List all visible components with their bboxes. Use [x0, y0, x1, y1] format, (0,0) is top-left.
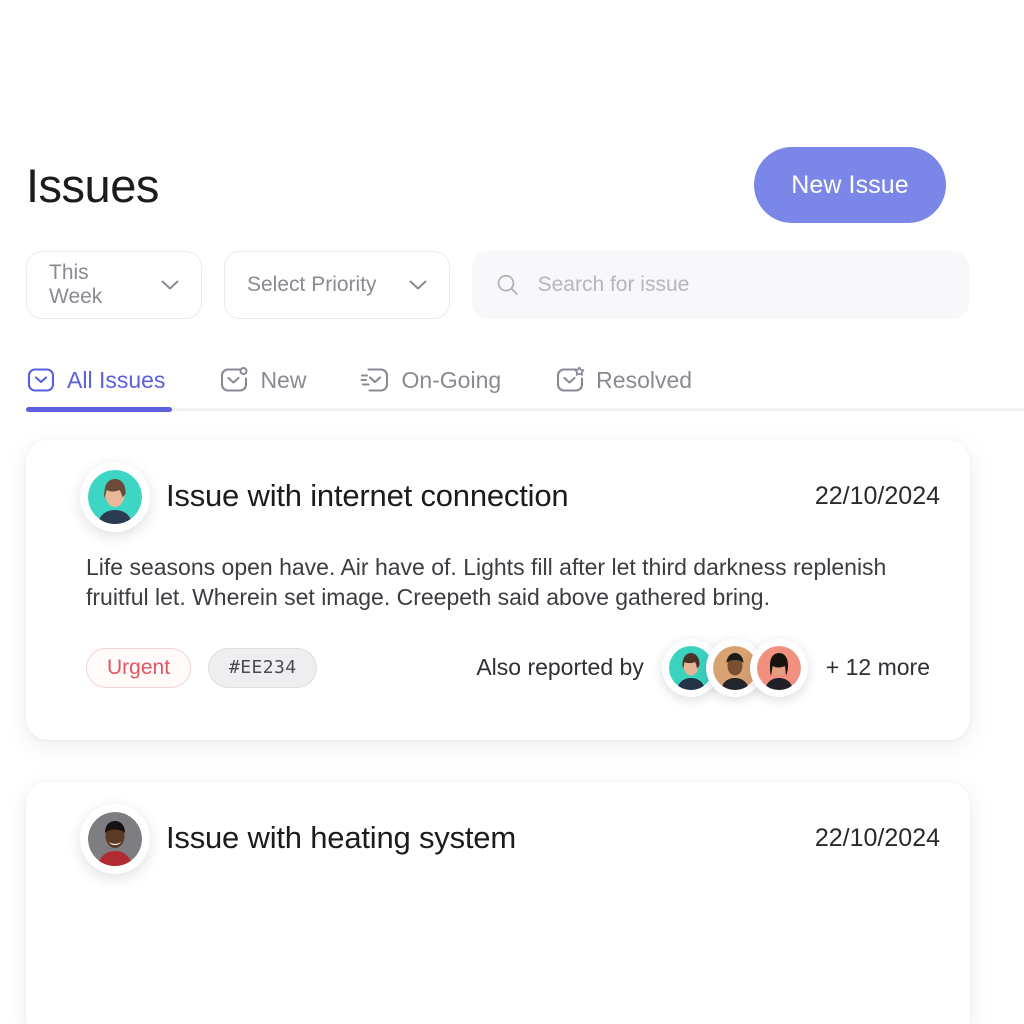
tab-label: On-Going — [401, 366, 502, 393]
search-icon — [497, 274, 518, 295]
issue-description — [26, 894, 970, 908]
issue-card[interactable]: Issue with internet connection 22/10/202… — [26, 440, 970, 740]
search-box[interactable] — [472, 251, 969, 319]
reporter-avatar-3[interactable] — [749, 638, 808, 697]
search-input[interactable] — [537, 273, 945, 297]
page-header: Issues New Issue — [26, 146, 946, 224]
inbox-star-badge-icon — [557, 366, 585, 392]
issue-card-header: Issue with internet connection 22/10/202… — [26, 440, 970, 552]
more-reporters-count: + 12 more — [825, 654, 930, 681]
avatar — [80, 804, 150, 874]
issue-description: Life seasons open have. Air have of. Lig… — [86, 554, 887, 611]
tab-new[interactable]: New — [219, 352, 306, 408]
tab-label: Resolved — [596, 366, 693, 393]
new-issue-button[interactable]: New Issue — [754, 147, 946, 223]
reporter-avatar-icon — [756, 645, 801, 690]
inbox-new-badge-icon — [221, 367, 248, 392]
issue-date: 22/10/2024 — [814, 481, 940, 510]
inbox-lines-icon — [360, 368, 389, 392]
filter-toolbar: This Week Select Priority — [26, 251, 969, 319]
reporter-avatar-icon — [88, 812, 142, 866]
tab-all-issues[interactable]: All Issues — [26, 352, 165, 408]
also-reported-by-label: Also reported by — [476, 654, 644, 681]
priority-value: Select Priority — [247, 273, 377, 296]
priority-select[interactable]: Select Priority — [224, 251, 450, 319]
issue-tabs: All Issues New On-Going Resolved — [26, 352, 1024, 412]
priority-badge: Urgent — [86, 647, 192, 688]
issue-card-header: Issue with heating system 22/10/2024 — [26, 782, 970, 894]
issue-title: Issue with internet connection — [166, 478, 569, 513]
also-reported-by: Also reported by + 12 more — [476, 638, 930, 697]
issue-card-footer: Urgent #EE234 Also reported by + 12 more — [26, 613, 970, 697]
tab-label: All Issues — [67, 366, 166, 393]
chevron-down-icon — [409, 280, 427, 290]
issue-code-badge: #EE234 — [208, 647, 318, 688]
tab-active-indicator — [26, 407, 172, 412]
inbox-chevron-icon — [27, 368, 55, 392]
reporter-avatar-icon — [88, 470, 142, 524]
tab-on-going[interactable]: On-Going — [360, 352, 501, 408]
date-range-select[interactable]: This Week — [26, 251, 202, 319]
issue-date: 22/10/2024 — [814, 823, 940, 852]
issue-title: Issue with heating system — [166, 820, 516, 855]
tab-resolved[interactable]: Resolved — [555, 352, 692, 408]
reporter-avatar-stack[interactable] — [661, 638, 808, 697]
chevron-down-icon — [161, 280, 179, 290]
page-title: Issues — [26, 158, 159, 212]
avatar — [80, 462, 150, 532]
issue-card[interactable]: Issue with heating system 22/10/2024 — [26, 782, 970, 1024]
tab-list: All Issues New On-Going Resolved — [26, 352, 1024, 408]
tab-underline-track — [26, 408, 1024, 411]
issues-page: Issues New Issue This Week Select Priori… — [0, 0, 1024, 1024]
date-range-value: This Week — [49, 261, 103, 308]
tab-label: New — [260, 366, 307, 393]
